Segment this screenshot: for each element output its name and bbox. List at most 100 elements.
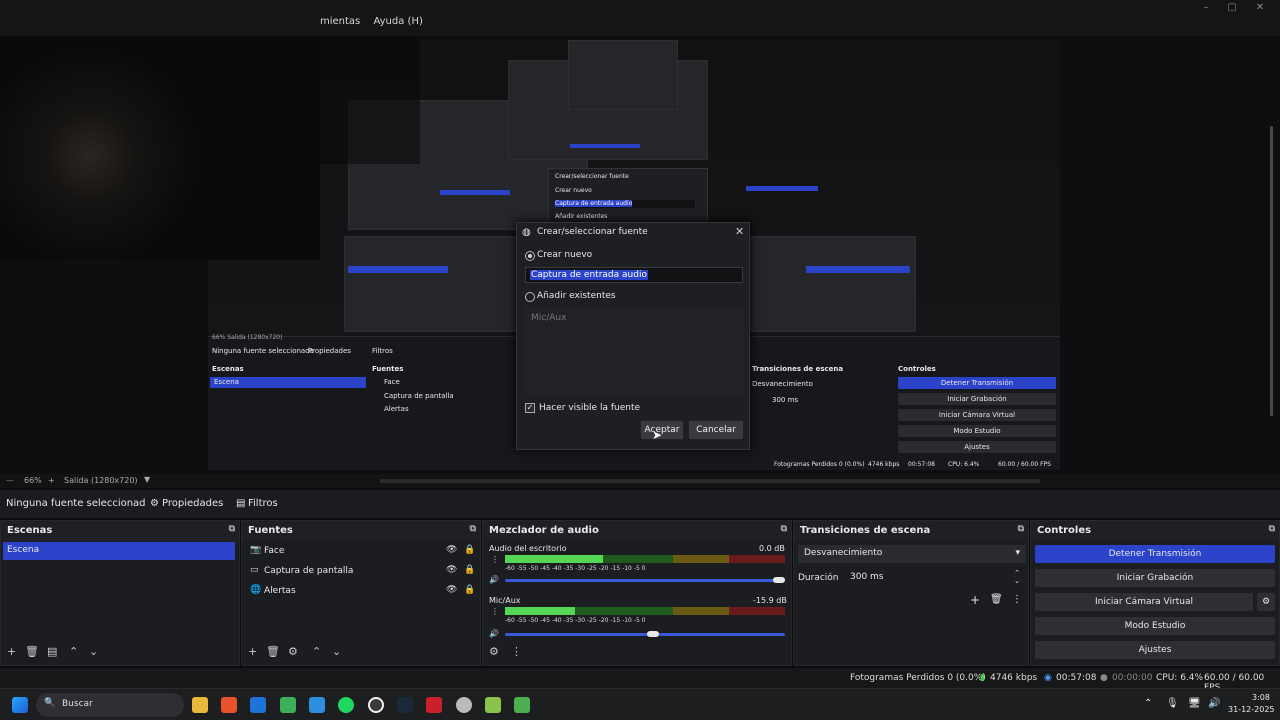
zoom-level[interactable]: 66% — [24, 476, 42, 485]
volume-slider[interactable] — [505, 577, 785, 583]
obs-icon[interactable] — [368, 697, 384, 713]
eye-icon[interactable]: 👁 — [446, 585, 457, 595]
trash-icon[interactable]: 🗑 — [990, 594, 1003, 605]
clock-time[interactable]: 3:08 — [1252, 693, 1270, 702]
gear-icon[interactable]: ⚙ — [1257, 593, 1275, 611]
speaker-icon[interactable]: 🔊 — [489, 629, 499, 638]
visible-checkbox[interactable]: ✓ — [525, 403, 535, 413]
popout-icon[interactable]: ⧉ — [229, 524, 235, 534]
app-icon[interactable] — [280, 697, 296, 713]
network-icon[interactable]: 🖥 — [1188, 698, 1201, 709]
add-scene-icon[interactable]: + — [7, 645, 16, 658]
close-window-icon[interactable]: ✕ — [1250, 2, 1270, 14]
store-icon[interactable] — [250, 697, 266, 713]
arrow-down-icon[interactable]: ⌄ — [89, 645, 98, 658]
nested-time: 00:57:08 — [908, 461, 935, 468]
volume-icon[interactable]: 🔊 — [1208, 698, 1220, 709]
trash-icon[interactable]: 🗑 — [25, 645, 39, 658]
scene-filter-icon[interactable]: ▤ — [47, 645, 57, 658]
gear-icon[interactable]: ⚙ — [489, 645, 499, 658]
popout-icon[interactable]: ⧉ — [781, 524, 787, 534]
kebab-icon[interactable]: ⋮ — [491, 607, 499, 616]
stepper-icon[interactable]: ⌃ ⌄ — [1014, 569, 1020, 585]
taskbar-search[interactable]: 🔍 Buscar — [36, 693, 184, 717]
eye-icon[interactable]: 👁 — [446, 565, 457, 575]
brave-icon[interactable] — [221, 697, 237, 713]
popout-icon[interactable]: ⧉ — [1018, 524, 1024, 534]
studio-mode-button[interactable]: Modo Estudio — [1035, 617, 1275, 635]
source-row-alertas[interactable]: 🌐 Alertas 👁 🔒 — [250, 583, 476, 601]
volume-slider[interactable] — [505, 631, 785, 637]
preview-hscrollbar[interactable] — [380, 479, 1040, 483]
lock-icon[interactable]: 🔒 — [464, 565, 475, 575]
radio-crear-nuevo[interactable] — [525, 251, 535, 261]
app-icon[interactable] — [514, 697, 530, 713]
minimize-icon[interactable]: – — [1196, 2, 1216, 14]
trash-icon[interactable]: 🗑 — [266, 645, 280, 658]
radio-anadir-existentes[interactable] — [525, 292, 535, 302]
app-icon[interactable] — [456, 697, 472, 713]
source-name-input[interactable]: Captura de entrada audio — [525, 267, 743, 283]
lock-icon[interactable]: 🔒 — [464, 585, 475, 595]
scene-item[interactable]: Escena — [3, 542, 235, 560]
sources-title: Fuentes — [248, 525, 293, 536]
source-row-face[interactable]: 📷 Face 👁 🔒 — [250, 543, 476, 561]
volume-knob[interactable] — [773, 577, 785, 583]
stop-streaming-button[interactable]: Detener Transmisión — [1035, 545, 1275, 563]
app-icon[interactable] — [309, 697, 325, 713]
kebab-icon[interactable]: ⋮ — [511, 645, 522, 658]
eye-icon[interactable]: 👁 — [446, 545, 457, 555]
filters-button[interactable]: Filtros — [248, 498, 278, 509]
meter-ticks: -60 -55 -50 -45 -40 -35 -30 -25 -20 -15 … — [505, 617, 646, 624]
gear-icon[interactable]: ⚙ — [288, 645, 298, 658]
arrow-down-icon[interactable]: ⌄ — [332, 645, 341, 658]
taskbar: 🔍 Buscar ⌃ 🎙 🖥 🔊 3:08 31-12-2025 — [0, 688, 1280, 720]
arrow-up-icon[interactable]: ⌃ — [69, 645, 78, 658]
dialog-title: Crear/seleccionar fuente — [537, 227, 648, 237]
close-icon[interactable]: ✕ — [735, 225, 744, 238]
nested-crear-nuevo: Crear nuevo — [555, 187, 592, 194]
cancel-button[interactable]: Cancelar — [689, 421, 743, 439]
transitions-title: Transiciones de escena — [800, 525, 931, 536]
arrow-up-icon[interactable]: ⌃ — [312, 645, 321, 658]
nested-no-source: Ninguna fuente seleccionada — [212, 347, 314, 355]
spotify-icon[interactable] — [338, 697, 354, 713]
chevron-down-icon[interactable]: ▼ — [144, 475, 150, 484]
speaker-icon[interactable]: 🔊 — [489, 575, 499, 584]
add-icon[interactable]: + — [970, 593, 980, 607]
folder-icon[interactable] — [192, 697, 208, 713]
menu-ayuda[interactable]: Ayuda (H) — [373, 16, 422, 27]
preview-scrollbar[interactable] — [1270, 126, 1273, 416]
app-icon[interactable] — [426, 697, 442, 713]
app-icon[interactable] — [485, 697, 501, 713]
windows-start-icon[interactable] — [12, 697, 28, 713]
transition-select[interactable]: Desvanecimiento ▾ — [798, 545, 1026, 563]
popout-icon[interactable]: ⧉ — [470, 524, 476, 534]
properties-button[interactable]: Propiedades — [162, 498, 223, 509]
lock-icon[interactable]: 🔒 — [464, 545, 475, 555]
kebab-icon[interactable]: ⋮ — [1012, 594, 1022, 605]
steam-icon[interactable] — [397, 697, 413, 713]
chevron-up-icon[interactable]: ⌃ — [1144, 698, 1152, 709]
source-row-captura[interactable]: ▭ Captura de pantalla 👁 🔒 — [250, 563, 476, 581]
search-icon: 🔍 — [44, 698, 56, 708]
zoom-in-icon[interactable]: + — [48, 476, 55, 485]
menu-herramientas[interactable]: mientas — [320, 16, 360, 27]
duration-input[interactable]: 300 ms ⌃ ⌄ — [844, 569, 1024, 587]
settings-button[interactable]: Ajustes — [1035, 641, 1275, 659]
level-fill — [505, 555, 603, 563]
start-recording-button[interactable]: Iniciar Grabación — [1035, 569, 1275, 587]
record-icon: ● — [1100, 673, 1108, 683]
virtual-camera-button[interactable]: Iniciar Cámara Virtual — [1035, 593, 1253, 611]
add-source-icon[interactable]: + — [248, 645, 257, 658]
popout-icon[interactable]: ⧉ — [1269, 524, 1275, 534]
mic-icon[interactable]: 🎙 — [1166, 698, 1179, 709]
nested-input: Captura de entrada audio — [555, 200, 633, 207]
kebab-icon[interactable]: ⋮ — [491, 555, 499, 564]
volume-knob[interactable] — [647, 631, 659, 637]
list-item[interactable]: Mic/Aux — [531, 313, 566, 323]
maximize-icon[interactable]: ▢ — [1222, 2, 1242, 14]
output-resolution[interactable]: Salida (1280x720) — [64, 476, 138, 485]
clock-date[interactable]: 31-12-2025 — [1228, 705, 1275, 714]
existing-sources-list[interactable]: Mic/Aux — [525, 307, 743, 395]
